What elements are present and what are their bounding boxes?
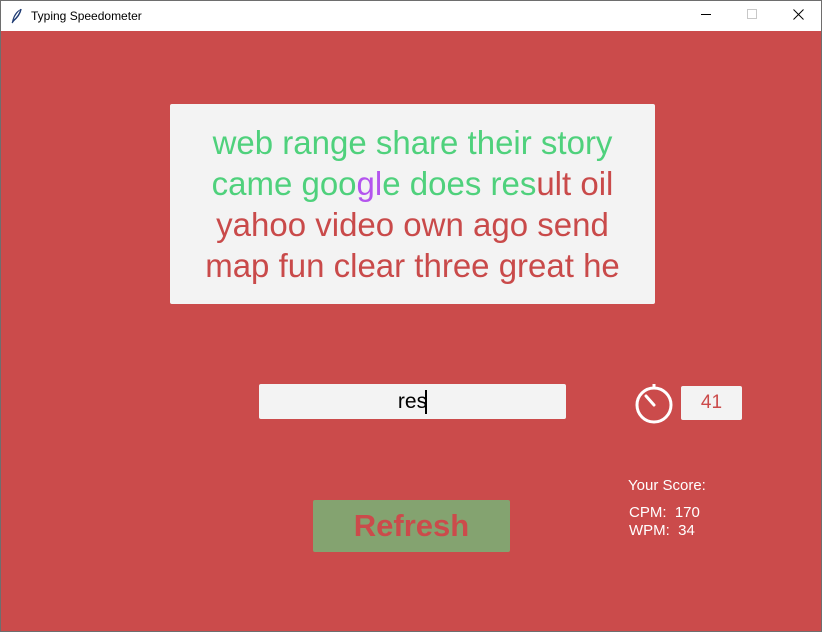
cpm-label: CPM: [629,504,667,521]
passage-segment-current: gl [356,165,383,202]
passage-segment-todo: ult oil [536,165,614,202]
passage-segment-todo: yahoo video own ago send [216,206,609,243]
passage-line: came google does result oil [212,163,614,204]
window-title: Typing Speedometer [31,9,142,23]
passage-panel: web range share their story came google d… [170,104,655,304]
title-bar[interactable]: Typing Speedometer [1,1,821,31]
close-icon [792,7,804,25]
cpm-value: 170 [674,504,700,521]
passage-line: map fun clear three great he [205,245,620,286]
feather-icon [10,8,24,24]
maximize-button[interactable] [729,1,775,31]
score-title: Your Score: [628,477,706,494]
passage-segment-done: web range share their story [212,124,613,161]
maximize-icon [746,7,758,25]
passage-line: web range share their story [213,122,613,163]
passage-segment-todo: map fun clear three great he [205,247,620,284]
passage-line: yahoo video own ago send [216,204,609,245]
passage-segment-done: e does res [382,165,537,202]
timer-display: 41 [681,386,742,420]
wpm-score: WPM: 34 [629,522,695,539]
typing-input[interactable] [259,384,566,419]
cpm-score: CPM: 170 [629,504,700,521]
app-window: Typing Speedometer web range share their… [0,0,822,632]
minimize-button[interactable] [683,1,729,31]
main-area: web range share their story came google d… [1,31,821,631]
wpm-label: WPM: [629,522,670,539]
stopwatch-icon [633,383,675,425]
refresh-button[interactable]: Refresh [313,500,510,552]
close-button[interactable] [775,1,821,31]
passage-segment-done: came goo [211,165,357,202]
wpm-value: 34 [678,522,695,539]
text-caret [425,390,427,414]
minimize-icon [700,7,712,25]
